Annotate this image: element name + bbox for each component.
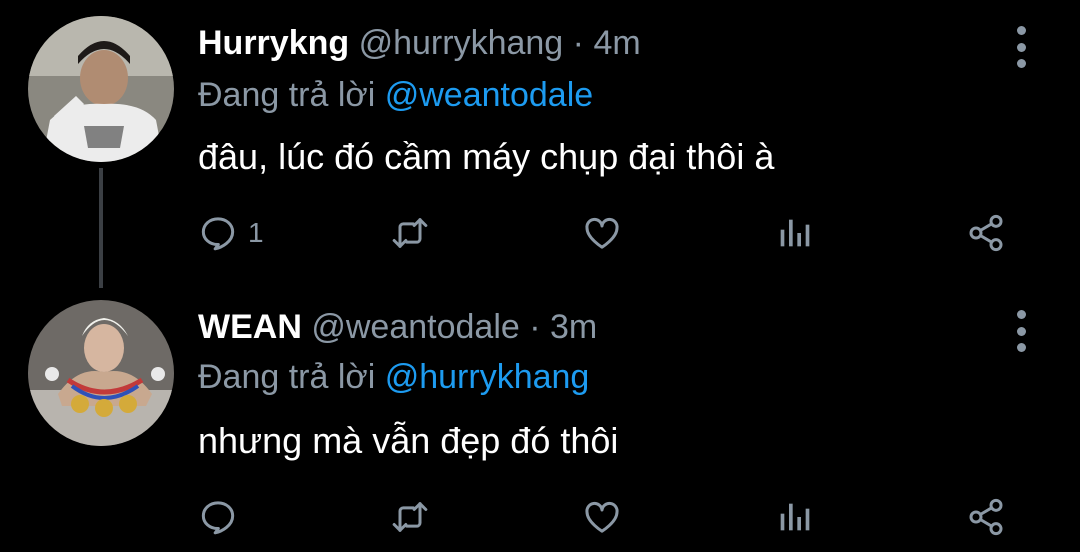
retweet-icon	[392, 502, 428, 532]
tweet-header: WEAN @weantodale · 3m	[198, 308, 597, 347]
retweet-button[interactable]	[390, 492, 430, 542]
reply-icon	[201, 217, 235, 251]
like-button[interactable]	[582, 208, 622, 258]
reply-button[interactable]: 1	[198, 208, 264, 258]
more-options-icon[interactable]	[1004, 26, 1038, 68]
retweet-icon	[392, 218, 428, 248]
display-name[interactable]: WEAN	[198, 308, 302, 346]
replying-to-label: Đang trả lời	[198, 76, 376, 114]
share-icon	[969, 498, 1003, 536]
share-button[interactable]	[966, 492, 1006, 542]
replying-to: Đang trả lời @hurrykhang	[198, 358, 589, 397]
more-options-icon[interactable]	[1004, 310, 1038, 352]
share-button[interactable]	[966, 208, 1006, 258]
analytics-button[interactable]	[774, 208, 814, 258]
mention-link[interactable]: @hurrykhang	[385, 358, 590, 396]
like-icon	[585, 501, 619, 533]
replying-to-label: Đang trả lời	[198, 358, 376, 396]
tweet-2[interactable]: WEAN @weantodale · 3m Đang trả lời @hurr…	[0, 280, 1080, 552]
timestamp[interactable]: 4m	[593, 24, 640, 62]
separator-dot: ·	[572, 24, 584, 62]
action-bar	[198, 492, 1028, 542]
display-name[interactable]: Hurrykng	[198, 24, 349, 62]
avatar-hurrykng[interactable]	[28, 16, 174, 162]
share-icon	[969, 214, 1003, 252]
reply-icon	[201, 501, 235, 535]
analytics-icon	[780, 503, 810, 531]
avatar-wean[interactable]	[28, 300, 174, 446]
tweet-text: đâu, lúc đó cầm máy chụp đại thôi à	[198, 136, 775, 177]
separator-dot: ·	[529, 308, 541, 346]
like-icon	[585, 217, 619, 249]
tweet-header: Hurrykng @hurrykhang · 4m	[198, 24, 641, 63]
reply-button[interactable]	[198, 492, 248, 542]
tweet-1[interactable]: Hurrykng @hurrykhang · 4m Đang trả lời @…	[0, 0, 1080, 270]
user-handle[interactable]: @weantodale	[311, 308, 519, 346]
action-bar: 1	[198, 208, 1028, 258]
user-handle[interactable]: @hurrykhang	[359, 24, 564, 62]
replying-to: Đang trả lời @weantodale	[198, 76, 593, 115]
analytics-icon	[780, 219, 810, 247]
timestamp[interactable]: 3m	[550, 308, 597, 346]
like-button[interactable]	[582, 492, 622, 542]
retweet-button[interactable]	[390, 208, 430, 258]
mention-link[interactable]: @weantodale	[385, 76, 593, 114]
analytics-button[interactable]	[774, 492, 814, 542]
reply-count: 1	[248, 217, 264, 248]
tweet-text: nhưng mà vẫn đẹp đó thôi	[198, 420, 619, 461]
